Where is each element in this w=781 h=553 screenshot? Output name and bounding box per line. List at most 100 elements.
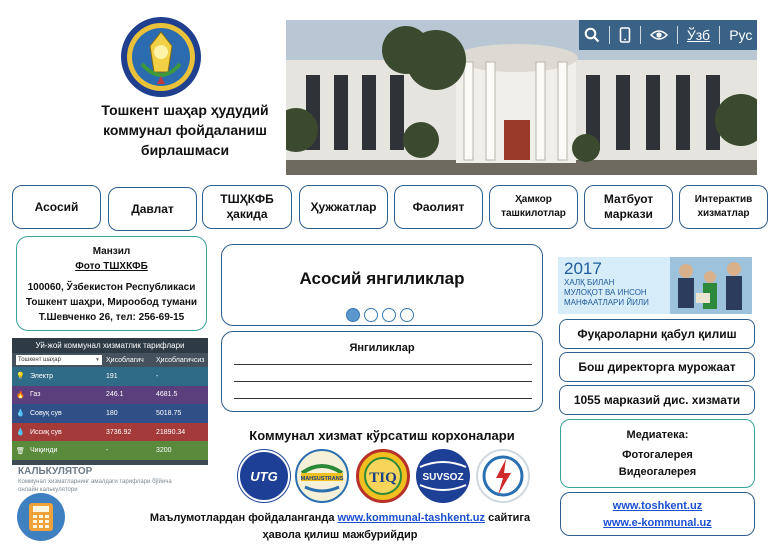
tariff-widget: Уй-жой коммунал хизматлик тарифлари Тошк… xyxy=(12,338,208,465)
carousel-dots xyxy=(346,308,414,322)
flame-icon: 🔥 xyxy=(16,391,25,399)
nav-press-center[interactable]: Матбуот маркази xyxy=(584,185,673,229)
table-row: 🗑 Чиқинди - 3200 xyxy=(12,441,208,460)
calculator-icon[interactable] xyxy=(17,493,65,541)
news-line[interactable] xyxy=(234,364,532,365)
tariff-title: Уй-жой коммунал хизматлик тарифлари xyxy=(12,338,208,353)
main-news-panel: Асосий янгиликлар xyxy=(221,244,543,326)
nav-activity[interactable]: Фаолият xyxy=(394,185,483,229)
row-value: - xyxy=(106,447,109,455)
suvsoz-logo[interactable]: SUVSOZ xyxy=(416,449,470,503)
city-select[interactable]: Тошкент шаҳар xyxy=(16,355,102,365)
table-row: 💧 Иссиқ сув 3736.92 21890.34 xyxy=(12,422,208,442)
main-news-title: Асосий янгиликлар xyxy=(299,269,465,288)
row-name: Электр xyxy=(30,372,54,380)
mobile-icon[interactable] xyxy=(619,27,631,43)
carousel-dot[interactable] xyxy=(382,308,396,322)
divider xyxy=(719,26,721,44)
row-name: Газ xyxy=(30,391,41,399)
divider xyxy=(639,26,641,44)
e-kommunal-link[interactable]: www.e-kommunal.uz xyxy=(561,515,754,532)
emblem-logo xyxy=(120,16,202,98)
address-line: Т.Шевченко 26, тел: 256-69-15 xyxy=(38,312,185,323)
nav-home[interactable]: Асосий xyxy=(12,185,101,229)
footer-suffix: сайтига xyxy=(485,512,531,524)
video-gallery-link[interactable]: Видеогалерея xyxy=(561,464,754,481)
table-row: 💡 Электр 191 - xyxy=(12,367,208,386)
row-value: 191 xyxy=(106,372,118,380)
news-line[interactable] xyxy=(234,398,532,399)
banner-text: 2017 ХАЛҚ БИЛАН МУЛОҚОТ ВА ИНСОН МАНФААТ… xyxy=(564,260,649,308)
tiq-logo[interactable]: TIQ xyxy=(356,449,410,503)
lang-ru-link[interactable]: Рус xyxy=(729,27,752,43)
search-icon[interactable] xyxy=(584,27,600,43)
tiq-logo-text: TIQ xyxy=(369,470,397,486)
row-name: Иссиқ сув xyxy=(30,428,62,436)
carousel-dot[interactable] xyxy=(400,308,414,322)
mahsustrans-logo[interactable]: MAHSUSTRANS xyxy=(295,449,349,503)
address-line: 100060, Ўзбекистон Республикаси xyxy=(27,282,196,293)
director-appeal-button[interactable]: Бош директорга мурожаат xyxy=(559,352,755,382)
hot-drop-icon: 💧 xyxy=(16,429,25,437)
address-card: Манзил Фото ТШХКФБ 100060, Ўзбекистон Ре… xyxy=(16,236,207,331)
eye-icon[interactable] xyxy=(649,29,668,41)
news-line[interactable] xyxy=(234,381,532,382)
photo-gallery-link[interactable]: Фотогалерея xyxy=(561,447,754,464)
carousel-dot[interactable] xyxy=(346,308,360,322)
trash-icon: 🗑 xyxy=(16,447,25,455)
divider xyxy=(608,26,610,44)
banner-line: ХАЛҚ БИЛАН xyxy=(564,278,615,287)
nav-about[interactable]: ТШҲКФБ ҳакида xyxy=(202,185,292,229)
calculator-title: КАЛЬКУЛЯТОР xyxy=(18,466,93,477)
table-row: 💧 Совуқ сув 180 5018.75 xyxy=(12,404,208,423)
top-utility-bar: Ўзб Рус xyxy=(579,20,757,50)
suvsoz-logo-text: SUVSOZ xyxy=(422,472,463,483)
mahsustrans-logo-text: MAHSUSTRANS xyxy=(301,476,344,482)
table-row: 🔥 Газ 246.1 4681.5 xyxy=(12,385,208,405)
nav-interactive-services[interactable]: Интерактив хизматлар xyxy=(679,185,768,229)
orgs-title: Коммунал хизмат кўрсатиш корхоналари xyxy=(249,428,515,443)
nav-state[interactable]: Давлат xyxy=(108,187,197,231)
row-value: 180 xyxy=(106,409,118,417)
org-title: Тошкент шаҳар ҳудудий коммунал фойдалани… xyxy=(60,100,310,160)
kommunal-tashkent-link[interactable]: www.kommunal-tashkent.uz xyxy=(338,512,486,524)
banner-year: 2017 xyxy=(564,259,602,278)
footer-note: Маълумотлардан фойдаланганда www.kommuna… xyxy=(130,510,550,544)
row-name: Совуқ сув xyxy=(30,409,62,417)
banner-line: МАНФААТЛАРИ ЙИЛИ xyxy=(564,298,649,307)
utg-logo[interactable]: UTG xyxy=(237,449,291,503)
year-banner[interactable]: 2017 ХАЛҚ БИЛАН МУЛОҚОТ ВА ИНСОН МАНФААТ… xyxy=(558,257,752,314)
photo-link[interactable]: Фото ТШХКФБ xyxy=(17,259,206,274)
divider xyxy=(676,26,678,44)
electric-network-logo[interactable] xyxy=(476,449,530,503)
row-value: 4681.5 xyxy=(156,391,178,399)
drop-icon: 💧 xyxy=(16,410,25,418)
citizen-reception-button[interactable]: Фуқароларни қабул қилиш xyxy=(559,319,755,349)
toshkent-link[interactable]: www.toshkent.uz xyxy=(561,498,754,515)
news-list-title: Янгиликлар xyxy=(349,342,415,354)
address-line: Тошкент шаҳри, Мирообод тумани xyxy=(25,297,198,308)
utg-logo-text: UTG xyxy=(250,469,277,484)
org-title-line2: коммунал фойдаланиш xyxy=(103,122,267,138)
hero-building-photo: Ўзб Рус xyxy=(286,20,757,175)
media-library-card: Медиатека: Фотогалерея Видеогалерея xyxy=(560,419,755,488)
dispatch-service-button[interactable]: 1055 марказий дис. хизмати xyxy=(559,385,755,415)
carousel-dot[interactable] xyxy=(364,308,378,322)
nav-documents[interactable]: Ҳужжатлар xyxy=(299,185,388,229)
calculator-subtitle: Коммунал хизматларнинг амалдаги тарифлар… xyxy=(18,479,172,493)
row-value: 5018.75 xyxy=(156,409,182,417)
address-title: Манзил xyxy=(92,246,131,257)
row-name: Чиқинди xyxy=(30,447,58,455)
lang-uz-link[interactable]: Ўзб xyxy=(687,27,710,43)
footer-prefix: Маълумотлардан фойдаланганда xyxy=(149,512,338,524)
footer-line2: ҳавола қилиш мажбурийдир xyxy=(262,529,418,541)
row-value: 21890.34 xyxy=(156,428,186,436)
media-title: Медиатека: xyxy=(626,429,689,441)
banner-line: МУЛОҚОТ ВА ИНСОН xyxy=(564,288,647,297)
news-list-panel: Янгиликлар xyxy=(221,331,543,412)
external-links-card: www.toshkent.uz www.e-kommunal.uz xyxy=(560,492,755,536)
row-value: - xyxy=(156,372,159,380)
row-value: 246.1 xyxy=(106,391,124,399)
tariff-header-row: Тошкент шаҳар Ҳисоблагич Ҳисоблагичсиз xyxy=(12,353,208,367)
nav-partners[interactable]: Ҳамкор ташкилотлар xyxy=(489,185,578,229)
